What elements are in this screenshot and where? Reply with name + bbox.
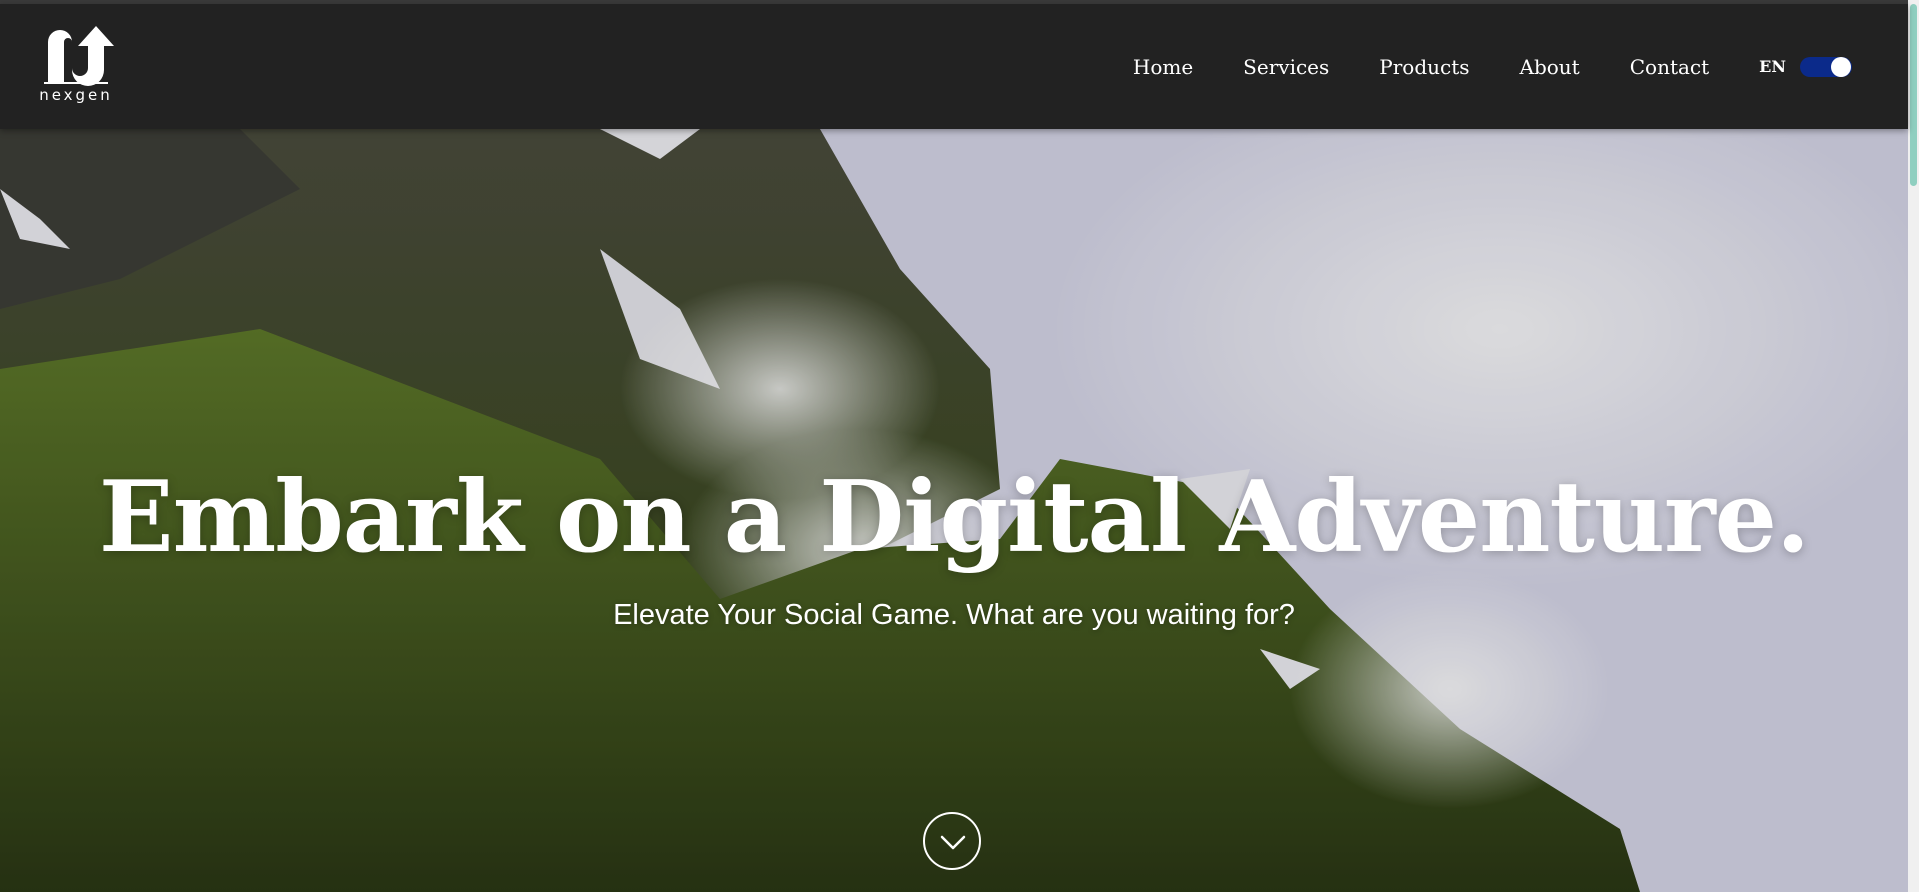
- main-nav: Home Services Products About Contact EN: [1083, 4, 1852, 129]
- hero-title: Embark on a Digital Adventure.: [98, 460, 1810, 575]
- brand-name: nexgen: [39, 86, 113, 104]
- hero-subtitle: Elevate Your Social Game. What are you w…: [613, 599, 1295, 631]
- language-toggle[interactable]: [1800, 56, 1852, 77]
- toggle-knob: [1831, 56, 1851, 77]
- nav-link-contact[interactable]: Contact: [1630, 55, 1709, 79]
- hero-section: Embark on a Digital Adventure. Elevate Y…: [0, 129, 1908, 892]
- chevron-down-icon: [940, 835, 966, 850]
- language-label: EN: [1759, 57, 1786, 76]
- scroll-down-button[interactable]: [923, 812, 981, 870]
- nav-link-about[interactable]: About: [1520, 55, 1580, 79]
- page-scrollbar[interactable]: [1908, 0, 1919, 892]
- scrollbar-thumb[interactable]: [1910, 4, 1917, 186]
- nav-link-services[interactable]: Services: [1243, 55, 1329, 79]
- nav-link-home[interactable]: Home: [1133, 55, 1193, 79]
- arrow-up-logo-icon: [44, 26, 114, 86]
- navbar: nexgen Home Services Products About Cont…: [0, 4, 1908, 129]
- brand-logo[interactable]: nexgen: [32, 24, 120, 110]
- nav-link-products[interactable]: Products: [1379, 55, 1469, 79]
